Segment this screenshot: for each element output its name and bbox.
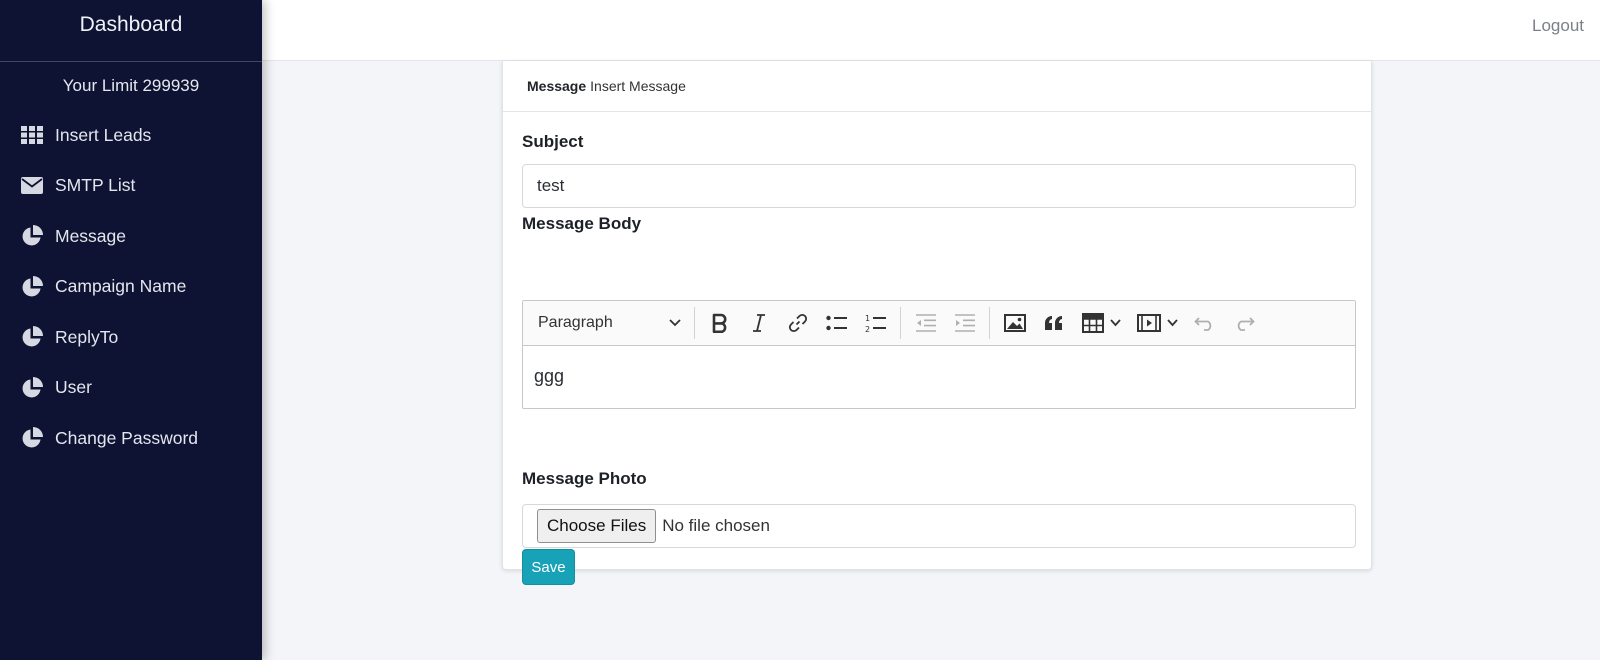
pie-chart-icon xyxy=(21,427,43,449)
chevron-down-icon xyxy=(1166,319,1178,327)
subject-label: Subject xyxy=(522,132,584,151)
sidebar-item-label: Campaign Name xyxy=(55,276,187,297)
editor-toolbar: Paragraph 1 2 xyxy=(523,301,1355,346)
media-icon xyxy=(1136,314,1161,332)
insert-table-button[interactable] xyxy=(1073,306,1129,340)
redo-button[interactable] xyxy=(1224,306,1263,340)
pie-chart-icon xyxy=(21,275,43,298)
link-button[interactable] xyxy=(778,306,817,340)
rich-text-editor: Paragraph 1 2 ggg xyxy=(522,300,1356,409)
undo-button[interactable] xyxy=(1185,306,1224,340)
svg-text:1: 1 xyxy=(865,314,870,323)
save-button[interactable]: Save xyxy=(522,549,575,585)
blockquote-button[interactable] xyxy=(1034,306,1073,340)
bulleted-list-button[interactable] xyxy=(817,306,856,340)
table-icon xyxy=(1081,313,1104,333)
insert-message-card: Message Insert Message Subject Message B… xyxy=(502,61,1372,585)
bold-icon xyxy=(712,313,726,333)
bulleted-list-icon xyxy=(825,315,847,331)
pie-chart-icon xyxy=(21,326,43,348)
link-icon xyxy=(788,313,807,333)
insert-image-button[interactable] xyxy=(995,306,1034,340)
sidebar: Dashboard Your Limit 299939 Insert Leads xyxy=(0,0,262,660)
message-photo-file-input[interactable]: Choose Files No file chosen xyxy=(522,504,1356,548)
chevron-down-icon xyxy=(669,314,681,332)
sidebar-item-label: Insert Leads xyxy=(55,124,152,145)
sidebar-limit: Your Limit 299939 xyxy=(62,76,200,95)
card-header: Message Insert Message xyxy=(503,61,1371,112)
italic-button[interactable] xyxy=(739,306,778,340)
card-header-subtitle: Insert Message xyxy=(590,78,686,94)
sidebar-item-message[interactable]: Message xyxy=(0,211,262,262)
pie-chart-icon xyxy=(21,225,43,247)
numbered-list-button[interactable]: 1 2 xyxy=(856,306,895,340)
sidebar-item-label: SMTP List xyxy=(55,175,136,196)
insert-media-button[interactable] xyxy=(1129,306,1185,340)
card-header-title: Message xyxy=(527,78,587,94)
sidebar-item-user[interactable]: User xyxy=(0,363,262,414)
toolbar-separator xyxy=(694,307,695,339)
bold-button[interactable] xyxy=(700,306,739,340)
numbered-list-icon: 1 2 xyxy=(865,314,886,333)
sidebar-item-label: User xyxy=(55,377,92,398)
logout-link[interactable]: Logout xyxy=(1532,16,1584,36)
sidebar-item-change-password[interactable]: Change Password xyxy=(0,413,262,464)
toolbar-separator xyxy=(989,307,990,339)
grid-icon xyxy=(21,124,43,146)
subject-input[interactable] xyxy=(522,164,1356,208)
image-icon xyxy=(1003,314,1026,332)
svg-text:2: 2 xyxy=(865,325,870,333)
outdent-button[interactable] xyxy=(906,306,945,340)
heading-select-value: Paragraph xyxy=(538,314,613,331)
sidebar-nav: Insert Leads SMTP List Message Campaign … xyxy=(0,110,262,464)
sidebar-brand[interactable]: Dashboard xyxy=(0,0,262,62)
topbar: Logout xyxy=(262,0,1600,61)
indent-icon xyxy=(954,314,975,332)
editor-content-area[interactable]: ggg xyxy=(523,346,1355,387)
heading-select[interactable]: Paragraph xyxy=(529,306,689,340)
message-photo-label: Message Photo xyxy=(522,469,647,488)
blockquote-icon xyxy=(1044,316,1062,330)
message-body-label: Message Body xyxy=(522,214,642,233)
redo-icon xyxy=(1237,317,1255,331)
chevron-down-icon xyxy=(1109,319,1121,327)
sidebar-item-smtp-list[interactable]: SMTP List xyxy=(0,161,262,212)
sidebar-item-label: Message xyxy=(55,225,127,246)
outdent-icon xyxy=(915,314,936,332)
sidebar-item-replyto[interactable]: ReplyTo xyxy=(0,312,262,363)
undo-icon xyxy=(1193,317,1211,331)
sidebar-item-insert-leads[interactable]: Insert Leads xyxy=(0,110,262,161)
sidebar-item-label: ReplyTo xyxy=(55,326,119,347)
envelope-icon xyxy=(21,175,43,197)
italic-icon xyxy=(752,314,765,332)
sidebar-item-campaign-name[interactable]: Campaign Name xyxy=(0,262,262,313)
pie-chart-icon xyxy=(21,376,43,399)
toolbar-separator xyxy=(900,307,901,339)
choose-files-button[interactable]: Choose Files xyxy=(537,509,657,543)
sidebar-item-label: Change Password xyxy=(55,427,198,448)
indent-button[interactable] xyxy=(945,306,984,340)
file-status-text: No file chosen xyxy=(662,516,770,535)
